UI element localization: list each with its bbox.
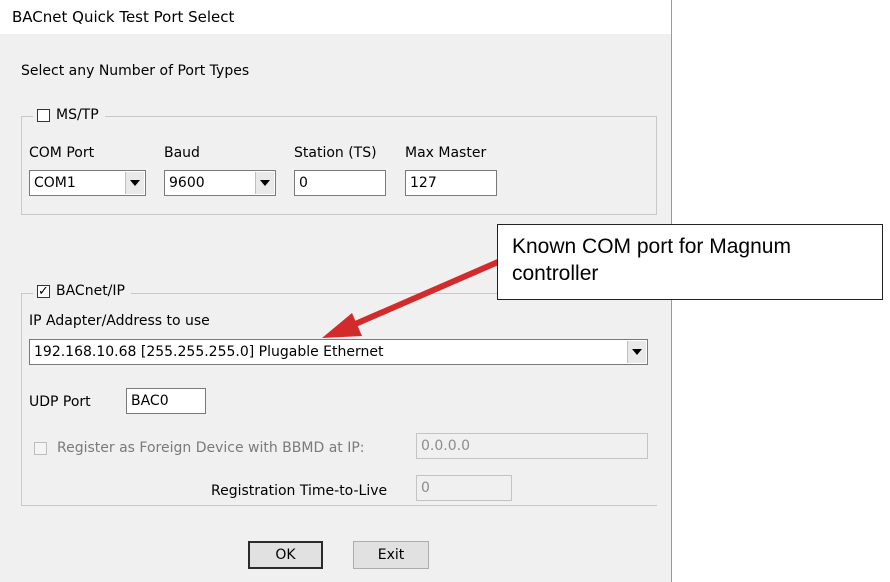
arrow-shaft <box>350 259 501 328</box>
annotation-callout: Known COM port for Magnum controller <box>497 224 883 300</box>
arrow-head <box>322 313 362 338</box>
